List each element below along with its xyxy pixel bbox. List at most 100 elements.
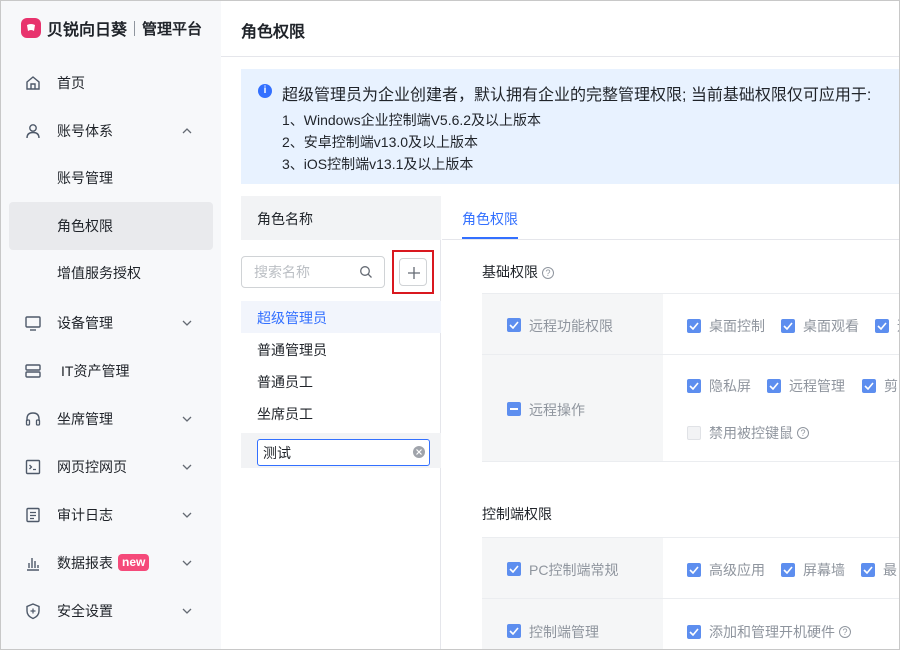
option-checkbox[interactable]: [687, 379, 701, 393]
add-role-button[interactable]: [399, 258, 427, 286]
option-checkbox-unchecked[interactable]: [687, 426, 701, 440]
permission-option-label: 隐私屏: [709, 378, 751, 394]
sidebar-item-device-management[interactable]: 设备管理: [9, 299, 213, 347]
role-item[interactable]: 超级管理员: [241, 301, 441, 333]
info-line: 3、iOS控制端v13.1及以上版本: [282, 156, 474, 172]
option-checkbox[interactable]: [875, 319, 889, 333]
new-role-input-box[interactable]: [257, 439, 430, 466]
permission-category-label: 控制端管理: [529, 624, 599, 640]
permission-option[interactable]: 屏幕墙: [781, 560, 845, 580]
brand-logo-icon: [21, 18, 41, 38]
category-checkbox-partial[interactable]: [507, 402, 521, 416]
monitor-icon: [25, 316, 41, 331]
sidebar-item-it-assets[interactable]: IT资产管理: [9, 347, 213, 395]
sidebar-item-label: 安全设置: [57, 603, 113, 619]
tab-role-permissions[interactable]: 角色权限: [462, 209, 518, 229]
permission-category-label: 远程操作: [529, 402, 585, 418]
option-checkbox[interactable]: [861, 563, 875, 577]
role-item-label: 超级管理员: [257, 310, 327, 326]
permission-option[interactable]: 桌面控制: [687, 316, 765, 336]
option-checkbox[interactable]: [781, 319, 795, 333]
category-checkbox[interactable]: [507, 624, 521, 638]
home-icon: [26, 76, 40, 90]
permission-panel: 角色权限 基础权限? 远程功能权限 桌面控制 桌面观看 远程操作 隐私屏 远程管…: [442, 196, 899, 649]
sidebar-item-label: 账号体系: [57, 123, 113, 139]
option-checkbox[interactable]: [862, 379, 876, 393]
permission-category-label: 远程功能权限: [529, 318, 613, 334]
basic-permissions-table: 远程功能权限 桌面控制 桌面观看 远 远程操作: [482, 293, 899, 462]
permission-option-disabled[interactable]: 禁用被控键鼠 ?: [687, 423, 809, 443]
option-checkbox[interactable]: [687, 625, 701, 639]
option-checkbox[interactable]: [687, 319, 701, 333]
sidebar-item-audit-log[interactable]: 审计日志: [9, 491, 213, 539]
sidebar-item-data-reports[interactable]: 数据报表 new: [9, 539, 213, 587]
permission-option[interactable]: 隐私屏: [687, 376, 751, 396]
sidebar-item-label: 首页: [57, 75, 85, 91]
chevron-down-icon: [182, 608, 192, 614]
permission-option[interactable]: 远: [875, 316, 899, 336]
permission-option[interactable]: 添加和管理开机硬件 ?: [687, 622, 851, 642]
chevron-down-icon: [182, 464, 192, 470]
role-item[interactable]: 普通管理员: [241, 333, 441, 365]
permission-category: PC控制端常规: [482, 538, 663, 598]
sidebar-item-seat-management[interactable]: 坐席管理: [9, 395, 213, 443]
brand-name: 贝锐向日葵: [47, 22, 128, 39]
role-search-box[interactable]: [241, 256, 385, 288]
sidebar-item-account-system[interactable]: 账号体系: [9, 107, 213, 155]
sidebar-item-role-permissions[interactable]: 角色权限: [9, 202, 213, 250]
sidebar-item-account-management[interactable]: 账号管理: [9, 154, 213, 202]
permission-tabs: 角色权限: [442, 196, 899, 240]
info-line: 2、安卓控制端v13.0及以上版本: [282, 134, 479, 150]
new-role-row: [241, 433, 441, 468]
help-icon[interactable]: ?: [839, 626, 851, 638]
permission-option[interactable]: 桌面观看: [781, 316, 859, 336]
permission-option[interactable]: 远程管理: [767, 376, 845, 396]
sidebar-item-label: 网页控网页: [57, 459, 127, 475]
basic-permissions-title: 基础权限?: [482, 262, 554, 282]
permission-row: 远程功能权限 桌面控制 桌面观看 远: [482, 294, 899, 355]
option-checkbox[interactable]: [687, 563, 701, 577]
chevron-down-icon: [182, 320, 192, 326]
category-checkbox[interactable]: [507, 562, 521, 576]
clear-input-icon[interactable]: [413, 446, 425, 458]
console-permissions-table: PC控制端常规 高级应用 屏幕墙 最 控制端管理 添加和管理开机硬件 ?: [482, 537, 899, 649]
brand-subtitle: 管理平台: [142, 20, 203, 38]
permission-option-label: 桌面控制: [709, 318, 765, 334]
new-role-name-input[interactable]: [263, 444, 403, 462]
info-line: 1、Windows企业控制端V5.6.2及以上版本: [282, 112, 542, 128]
role-list-header: 角色名称: [241, 196, 441, 240]
headset-icon: [25, 412, 41, 426]
user-icon: [26, 124, 40, 139]
permission-category-label: PC控制端常规: [529, 562, 619, 578]
sidebar-item-label: 账号管理: [57, 170, 113, 186]
sidebar-item-home[interactable]: 首页: [9, 59, 213, 107]
role-item-label: 普通员工: [257, 374, 313, 390]
sidebar-item-value-added-services[interactable]: 增值服务授权: [9, 249, 213, 297]
permission-category: 控制端管理: [482, 599, 663, 649]
permission-option-label: 最: [883, 562, 897, 578]
role-item-label: 普通管理员: [257, 342, 327, 358]
category-checkbox[interactable]: [507, 318, 521, 332]
chevron-down-icon: [182, 560, 192, 566]
permission-option[interactable]: 高级应用: [687, 560, 765, 580]
permission-option[interactable]: 最: [861, 560, 897, 580]
help-icon[interactable]: ?: [797, 427, 809, 439]
sidebar-item-web-control[interactable]: 网页控网页: [9, 443, 213, 491]
help-icon[interactable]: ?: [542, 267, 554, 279]
sidebar-item-security-settings[interactable]: 安全设置: [9, 587, 213, 635]
permission-category: 远程功能权限: [482, 294, 663, 354]
page-header: 角色权限: [221, 1, 899, 57]
shield-icon: [26, 603, 40, 620]
role-item[interactable]: 坐席员工: [241, 397, 441, 429]
permission-option-label: 添加和管理开机硬件: [709, 624, 835, 640]
permission-option[interactable]: 剪: [862, 376, 898, 396]
option-checkbox[interactable]: [781, 563, 795, 577]
search-icon[interactable]: [359, 265, 373, 279]
sidebar-item-label: 数据报表: [57, 555, 113, 571]
brand[interactable]: 贝锐向日葵 管理平台: [21, 15, 202, 41]
role-search-input[interactable]: [254, 263, 354, 281]
option-checkbox[interactable]: [767, 379, 781, 393]
sidebar: 贝锐向日葵 管理平台 首页 账号体系 账号管理 角色权限 增值服务授权 设备管理: [1, 1, 221, 649]
role-item[interactable]: 普通员工: [241, 365, 441, 397]
info-main-text: 超级管理员为企业创建者，默认拥有企业的完整管理权限; 当前基础权限仅可应用于:: [282, 87, 872, 104]
